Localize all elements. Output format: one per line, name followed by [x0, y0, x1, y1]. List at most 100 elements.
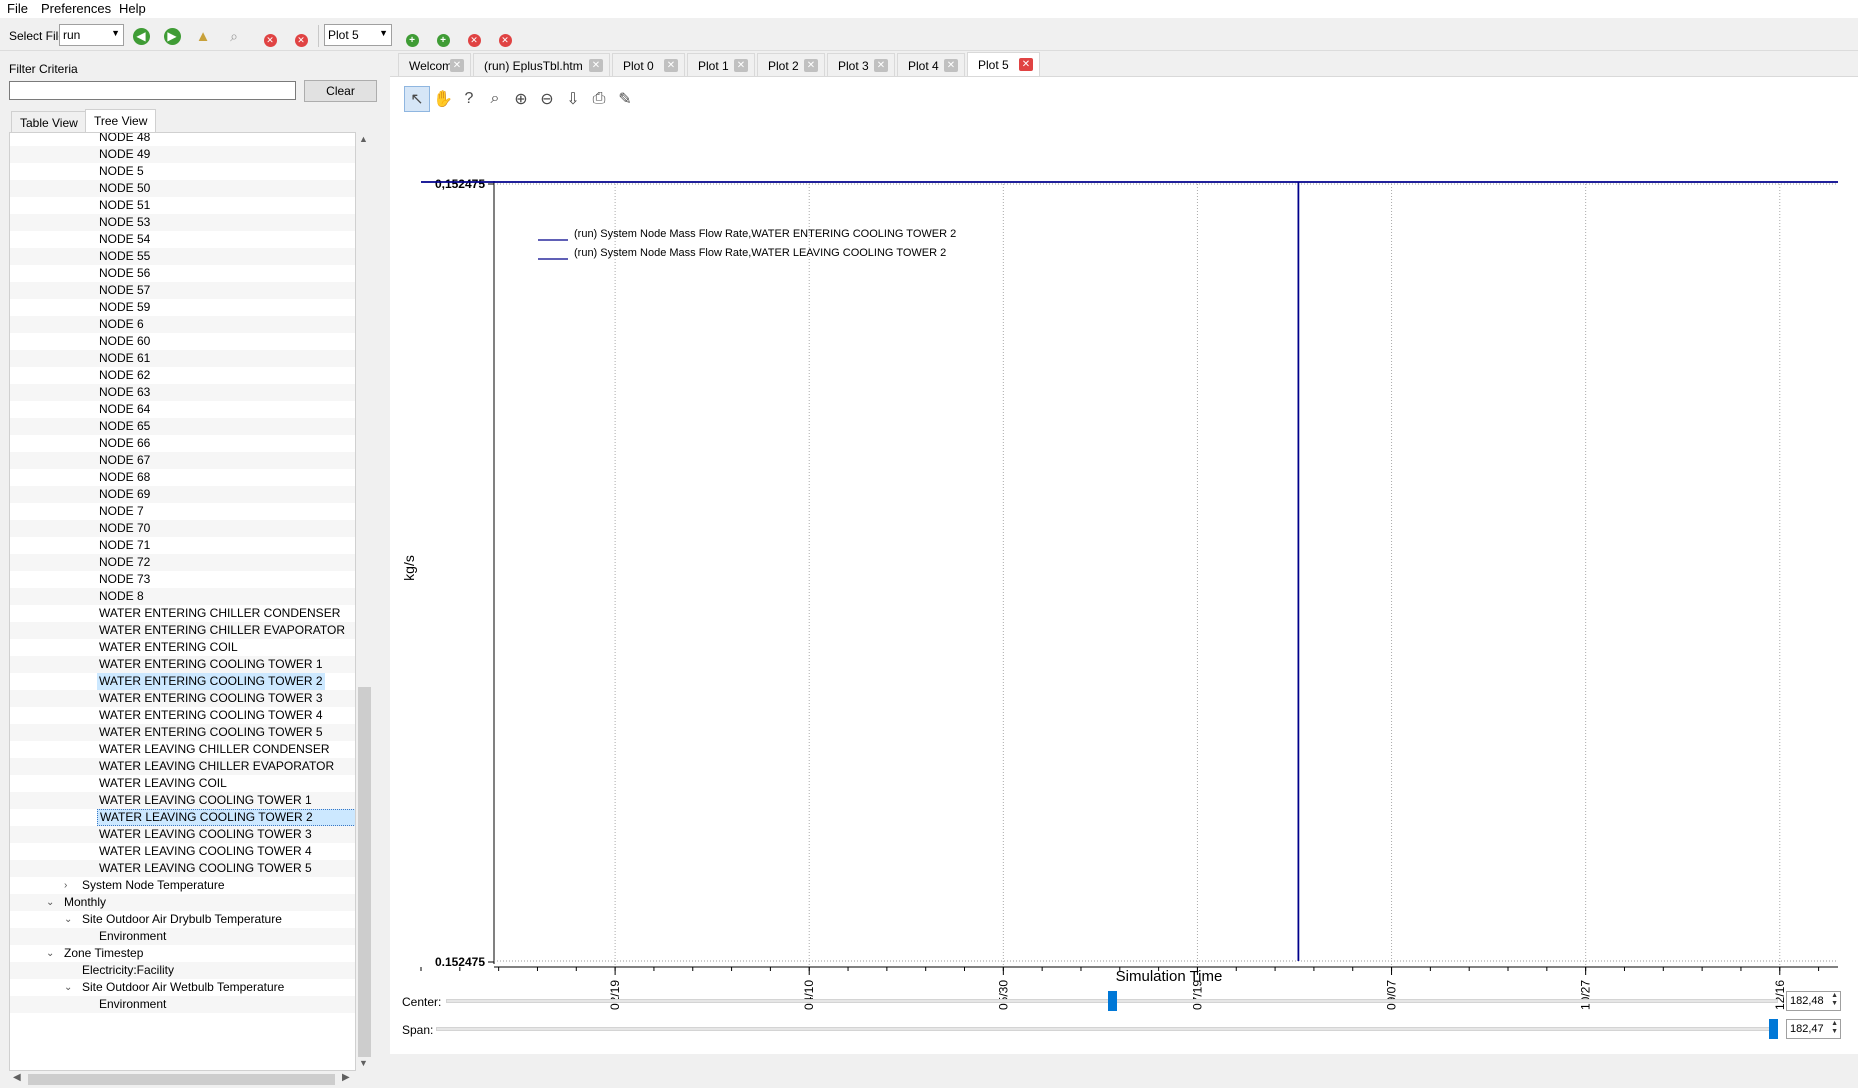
tree-row[interactable]: Environment [10, 928, 355, 945]
tree-row[interactable]: NODE 7 [10, 503, 355, 520]
tree-row[interactable]: NODE 57 [10, 282, 355, 299]
close-icon[interactable]: ✕ [1019, 58, 1033, 71]
tree-row[interactable]: ⌄ Site Outdoor Air Drybulb Temperature [10, 911, 355, 928]
scroll-thumb[interactable] [358, 687, 371, 1057]
tab-table-view[interactable]: Table View [11, 111, 87, 132]
tree-row[interactable]: NODE 60 [10, 333, 355, 350]
tree-row[interactable]: › System Node Temperature [10, 877, 355, 894]
tree-row[interactable]: WATER LEAVING COIL [10, 775, 355, 792]
tree-row[interactable]: WATER ENTERING COOLING TOWER 3 [10, 690, 355, 707]
plot-select[interactable]: Plot 5 ▼ [324, 24, 392, 46]
tree-row[interactable]: NODE 54 [10, 231, 355, 248]
tree-row[interactable]: NODE 51 [10, 197, 355, 214]
tree-row[interactable]: WATER ENTERING CHILLER EVAPORATOR [10, 622, 355, 639]
tree-row[interactable]: NODE 48 [10, 133, 355, 146]
tree-row[interactable]: NODE 49 [10, 146, 355, 163]
tree-row[interactable]: NODE 73 [10, 571, 355, 588]
remove-all-plots-icon[interactable]: ✕ [490, 24, 514, 48]
menu-preferences[interactable]: Preferences [41, 1, 111, 16]
file-select[interactable]: run ▼ [59, 24, 124, 46]
tree-row[interactable]: NODE 65 [10, 418, 355, 435]
tab-tree-view[interactable]: Tree View [85, 109, 157, 132]
close-icon[interactable]: ✕ [664, 59, 678, 72]
scroll-thumb[interactable] [28, 1074, 335, 1085]
tree-row[interactable]: NODE 53 [10, 214, 355, 231]
close-icon[interactable]: ✕ [804, 59, 818, 72]
tab-plot[interactable]: Plot 0 ✕ [612, 53, 685, 76]
remove-file-icon[interactable]: ✕ [255, 24, 279, 48]
remove-plot-icon[interactable]: ✕ [459, 24, 483, 48]
tree-row[interactable]: NODE 71 [10, 537, 355, 554]
tree-row[interactable]: NODE 55 [10, 248, 355, 265]
scroll-up-icon[interactable]: ▲ [359, 134, 368, 144]
center-slider-thumb[interactable] [1108, 991, 1117, 1011]
menu-file[interactable]: File [7, 1, 28, 16]
tree-row[interactable]: NODE 5 [10, 163, 355, 180]
tree-row[interactable]: NODE 8 [10, 588, 355, 605]
tab-plot[interactable]: Plot 2 ✕ [757, 53, 825, 76]
scroll-right-icon[interactable]: ▶ [342, 1072, 350, 1083]
tree-row[interactable]: ⌄ Zone Timestep [10, 945, 355, 962]
tree-vertical-scrollbar[interactable]: ▲ ▼ [356, 132, 373, 1071]
chevron-down-icon[interactable]: ⌄ [64, 911, 72, 928]
remove-all-files-icon[interactable]: ✕ [286, 24, 310, 48]
tab-plot[interactable]: Plot 4 ✕ [897, 53, 965, 76]
tree-row[interactable]: NODE 67 [10, 452, 355, 469]
tree-row[interactable]: WATER ENTERING COOLING TOWER 2 [10, 673, 355, 690]
tree-row[interactable]: WATER LEAVING CHILLER EVAPORATOR [10, 758, 355, 775]
tab-plot[interactable]: (run) EplusTbl.htm ✕ [473, 53, 610, 76]
tree-row[interactable]: NODE 64 [10, 401, 355, 418]
menu-help[interactable]: Help [119, 1, 146, 16]
tree-row[interactable]: WATER ENTERING COIL [10, 639, 355, 656]
close-icon[interactable]: ✕ [450, 59, 464, 72]
tree-row[interactable]: NODE 6 [10, 316, 355, 333]
center-spinbox[interactable]: 182,48 ▲ ▼ [1786, 991, 1841, 1011]
tree-row[interactable]: Electricity:Facility [10, 962, 355, 979]
tree-row[interactable]: NODE 69 [10, 486, 355, 503]
tree-row[interactable]: NODE 62 [10, 367, 355, 384]
tree-row[interactable]: NODE 66 [10, 435, 355, 452]
span-slider-thumb[interactable] [1769, 1019, 1778, 1039]
tree-row[interactable]: NODE 68 [10, 469, 355, 486]
close-icon[interactable]: ✕ [874, 59, 888, 72]
tree-row[interactable]: WATER ENTERING CHILLER CONDENSER [10, 605, 355, 622]
tree-row[interactable]: NODE 56 [10, 265, 355, 282]
close-icon[interactable]: ✕ [944, 59, 958, 72]
tree-row[interactable]: NODE 72 [10, 554, 355, 571]
tab-plot[interactable]: Welcome ✕ [398, 53, 471, 76]
back-icon[interactable]: ◀ [129, 24, 153, 48]
tree-row[interactable]: NODE 59 [10, 299, 355, 316]
tree-row[interactable]: NODE 70 [10, 520, 355, 537]
tab-plot[interactable]: Plot 5 ✕ [967, 52, 1040, 76]
tree-row[interactable]: WATER LEAVING COOLING TOWER 5 [10, 860, 355, 877]
scroll-left-icon[interactable]: ◀ [13, 1072, 21, 1083]
tree-horizontal-scrollbar[interactable]: ◀ ▶ [9, 1071, 356, 1088]
spin-arrows-icon[interactable]: ▲ ▼ [1831, 1020, 1838, 1036]
tree-row[interactable]: ⌄ Site Outdoor Air Wetbulb Temperature [10, 979, 355, 996]
tree-row[interactable]: WATER ENTERING COOLING TOWER 4 [10, 707, 355, 724]
filter-input[interactable] [9, 81, 296, 100]
forward-icon[interactable]: ▶ [160, 24, 184, 48]
tree-row[interactable]: Environment [10, 996, 355, 1013]
tree-row[interactable]: NODE 50 [10, 180, 355, 197]
tree-row[interactable]: WATER ENTERING COOLING TOWER 5 [10, 724, 355, 741]
find-icon[interactable]: ⌕ [222, 24, 246, 48]
tree-row[interactable]: WATER ENTERING COOLING TOWER 1 [10, 656, 355, 673]
span-spinbox[interactable]: 182,47 ▲ ▼ [1786, 1019, 1841, 1039]
tree-row[interactable]: WATER LEAVING COOLING TOWER 1 [10, 792, 355, 809]
tree-row[interactable]: NODE 63 [10, 384, 355, 401]
close-icon[interactable]: ✕ [734, 59, 748, 72]
tree-row[interactable]: WATER LEAVING COOLING TOWER 4 [10, 843, 355, 860]
tree-row[interactable]: WATER LEAVING COOLING TOWER 2 [10, 809, 355, 826]
spin-arrows-icon[interactable]: ▲ ▼ [1831, 992, 1838, 1008]
chevron-down-icon[interactable]: ⌄ [46, 894, 54, 911]
chevron-down-icon[interactable]: ⌄ [64, 979, 72, 996]
tree-row[interactable]: NODE 61 [10, 350, 355, 367]
tab-plot[interactable]: Plot 1 ✕ [687, 53, 755, 76]
tab-plot[interactable]: Plot 3 ✕ [827, 53, 895, 76]
chevron-right-icon[interactable]: › [64, 877, 67, 894]
open-folder-icon[interactable]: ▲ [191, 24, 215, 48]
span-slider-track[interactable] [436, 1027, 1778, 1031]
clear-button[interactable]: Clear [304, 80, 377, 102]
add-plot-icon[interactable]: + [397, 24, 421, 48]
